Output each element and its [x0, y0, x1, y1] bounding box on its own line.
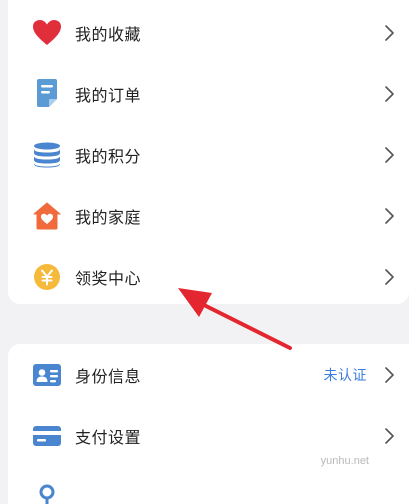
chevron-right-icon: [383, 428, 395, 444]
key-icon: [32, 482, 62, 504]
menu-card-account: 身份信息 未认证 支付设置: [8, 344, 409, 504]
chevron-right-icon: [383, 25, 395, 41]
family-house-icon: [32, 201, 62, 231]
menu-item-label: 我的订单: [75, 82, 141, 106]
payment-card-icon: [32, 421, 62, 451]
menu-item-label: 支付设置: [75, 424, 141, 448]
menu-item-orders[interactable]: 我的订单: [8, 63, 409, 124]
menu-item-label: 领奖中心: [75, 265, 141, 289]
heart-icon: [32, 18, 62, 48]
chevron-right-icon: [383, 269, 395, 285]
watermark-text: yunhu.net: [321, 455, 369, 467]
menu-item-identity-info[interactable]: 身份信息 未认证: [8, 344, 409, 405]
yuan-coin-icon: [32, 262, 62, 292]
menu-card-primary: 我的收藏 我的订单 我的积分: [8, 0, 409, 304]
menu-item-favorites[interactable]: 我的收藏: [8, 2, 409, 63]
menu-item-rewards-center[interactable]: 领奖中心: [8, 246, 409, 304]
verification-status: 未认证: [324, 365, 368, 385]
chevron-right-icon: [383, 208, 395, 224]
chevron-right-icon: [383, 367, 395, 383]
menu-item-label: 我的收藏: [75, 21, 141, 45]
menu-item-family[interactable]: 我的家庭: [8, 185, 409, 246]
order-document-icon: [32, 79, 62, 109]
menu-item-label: 我的积分: [75, 143, 141, 167]
menu-item-label: 身份信息: [75, 363, 141, 387]
id-card-icon: [32, 360, 62, 390]
chevron-right-icon: [383, 86, 395, 102]
points-stack-icon: [32, 140, 62, 170]
menu-item-points[interactable]: 我的积分: [8, 124, 409, 185]
chevron-right-icon: [383, 147, 395, 163]
menu-item-partial[interactable]: [8, 466, 409, 504]
menu-item-label: 我的家庭: [75, 204, 141, 228]
